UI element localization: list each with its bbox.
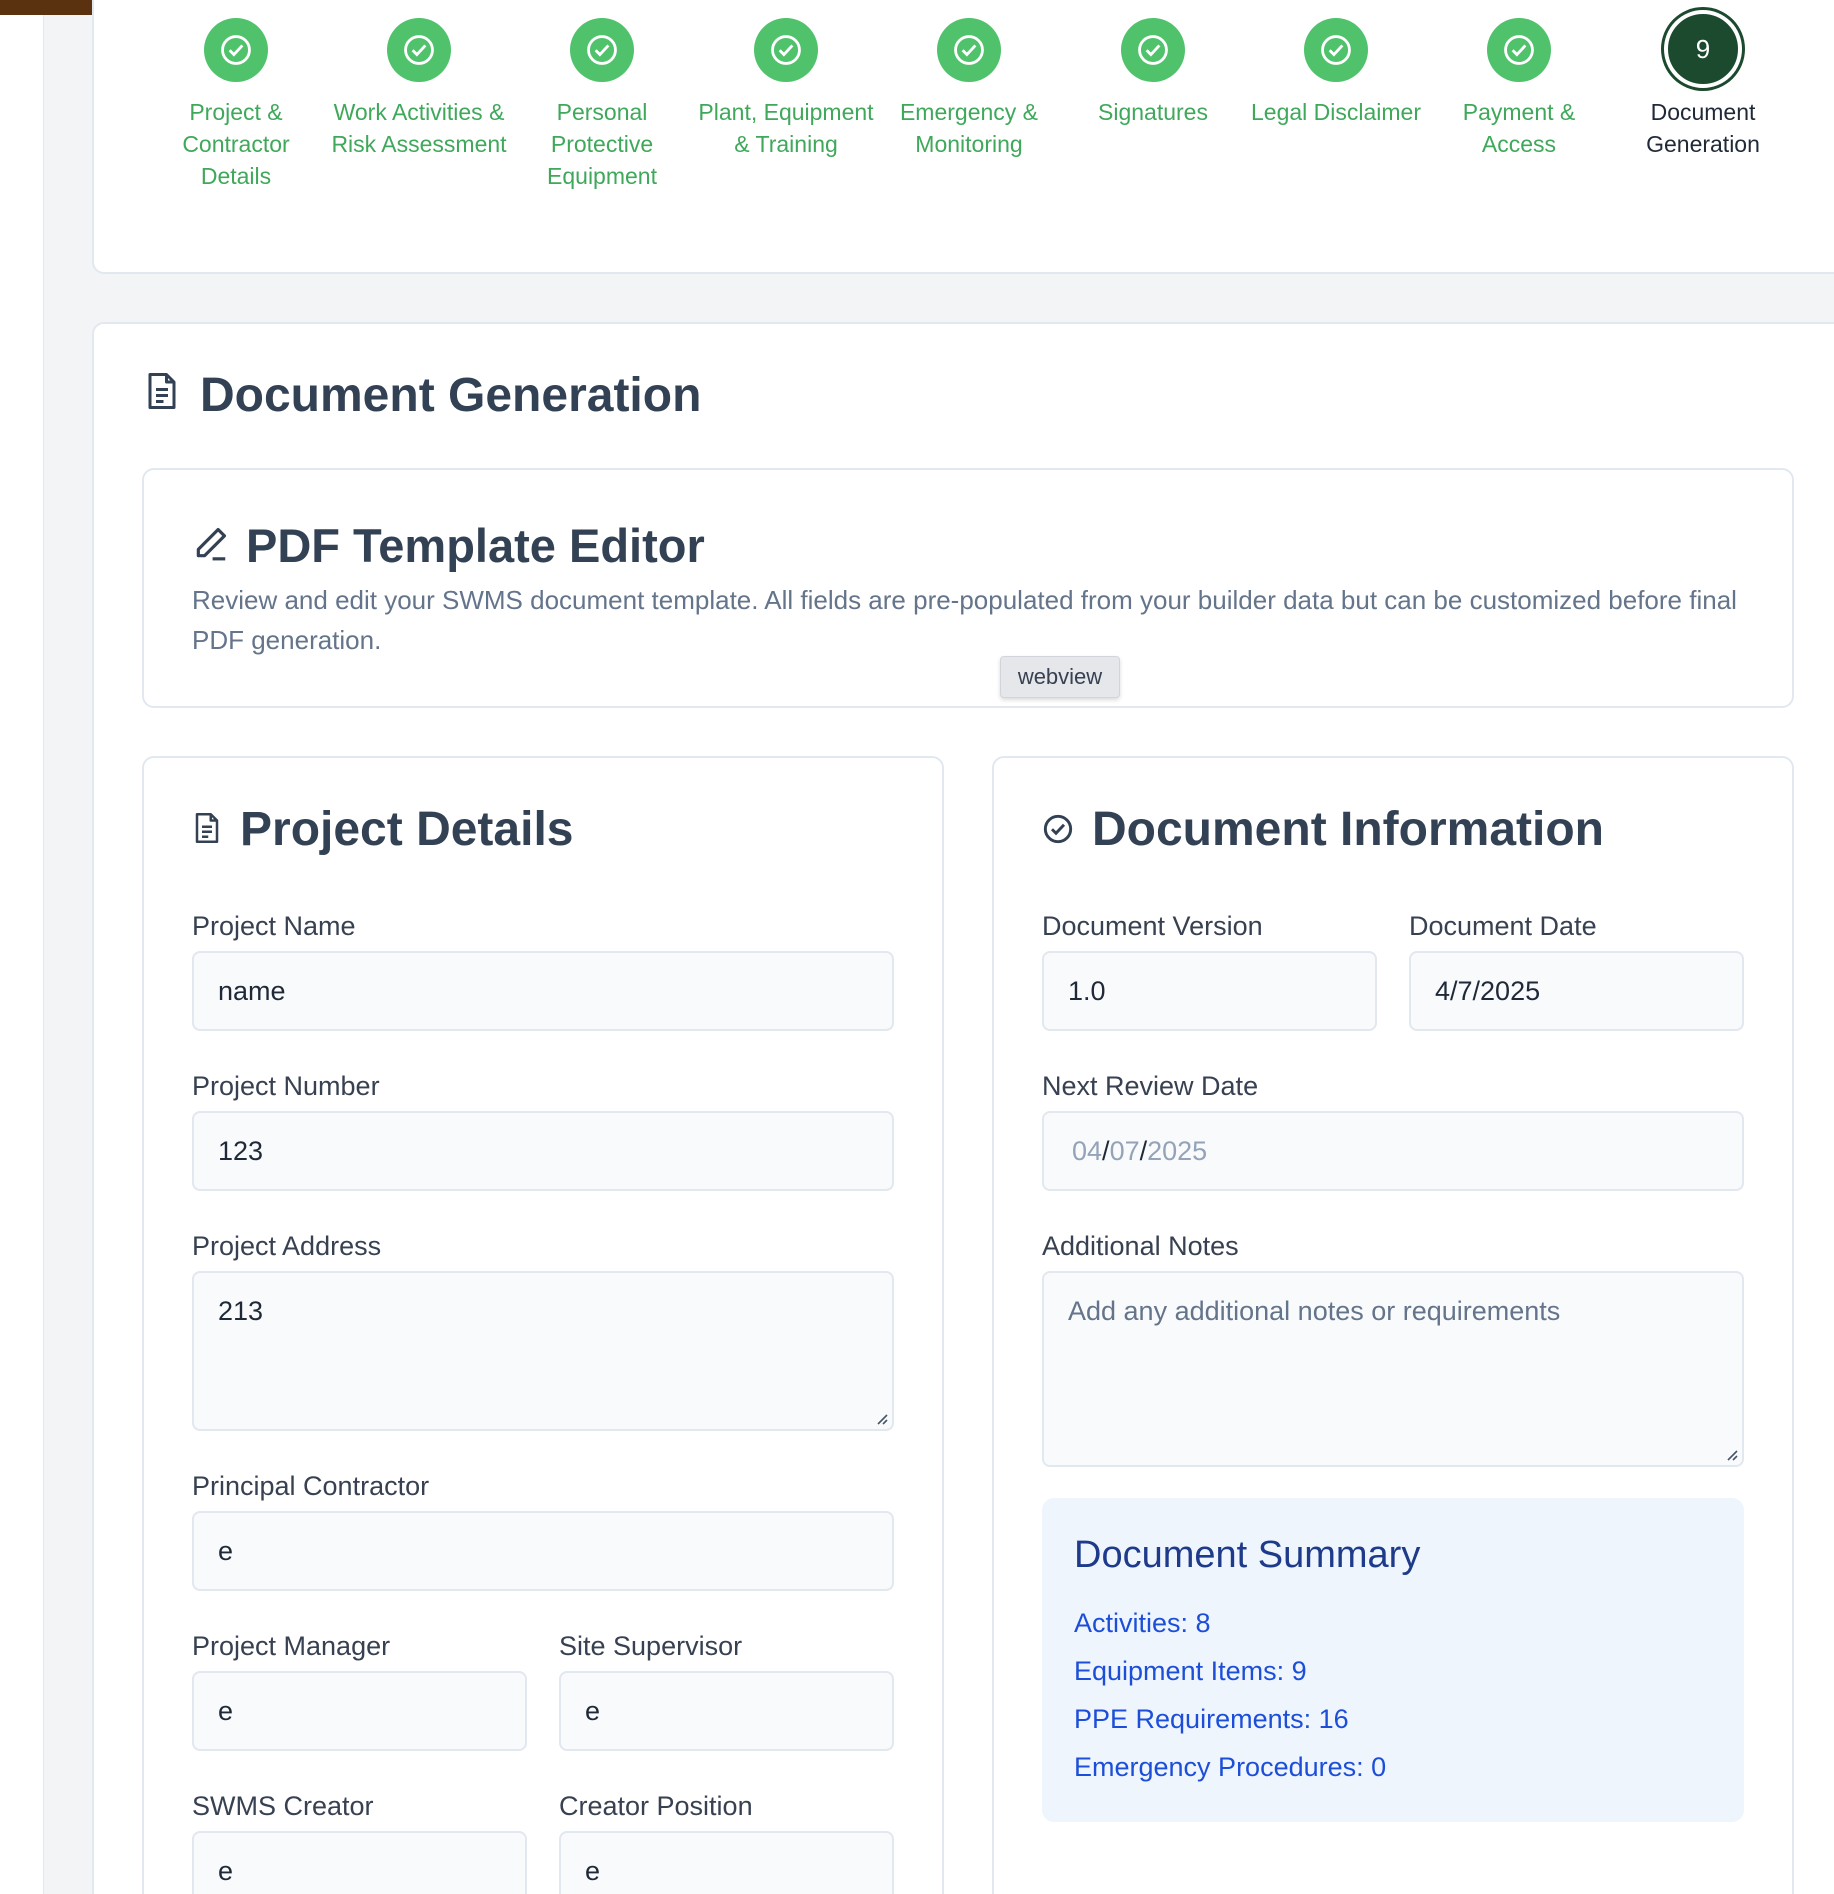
date-month-segment[interactable]: 07: [1110, 1136, 1140, 1166]
swms-creator-label: SWMS Creator: [192, 1791, 374, 1821]
sidebar: [0, 15, 44, 1894]
step-label: Emergency & Monitoring: [899, 99, 1039, 157]
project-number-label: Project Number: [192, 1071, 380, 1101]
step-label: Work Activities & Risk Assessment: [331, 99, 507, 157]
principal-contractor-input[interactable]: e: [192, 1511, 894, 1591]
document-information-title: Document Information: [1042, 802, 1604, 857]
step-work-activities[interactable]: Work Activities & Risk Assessment: [329, 18, 509, 160]
pencil-icon: [192, 518, 230, 573]
date-day-segment[interactable]: 04: [1072, 1136, 1102, 1166]
additional-notes-placeholder: Add any additional notes or requirements: [1068, 1296, 1561, 1326]
document-icon: [144, 368, 180, 423]
step-label: Plant, Equipment & Training: [698, 99, 874, 157]
project-address-value: 213: [218, 1296, 264, 1326]
step-label: Personal Protective Equipment: [547, 99, 657, 189]
next-review-date-input[interactable]: 04/07/2025: [1042, 1111, 1744, 1191]
page-title-text: Document Generation: [200, 369, 702, 422]
additional-notes-label: Additional Notes: [1042, 1231, 1239, 1261]
project-details-title-text: Project Details: [240, 803, 574, 856]
editor-title-text: PDF Template Editor: [246, 519, 705, 572]
step-signatures[interactable]: Signatures: [1063, 18, 1243, 128]
document-information-title-text: Document Information: [1092, 803, 1604, 856]
document-date-input[interactable]: 4/7/2025: [1409, 951, 1744, 1031]
project-details-title: Project Details: [192, 802, 573, 857]
project-name-input[interactable]: name: [192, 951, 894, 1031]
creator-position-input[interactable]: e: [559, 1831, 894, 1894]
additional-notes-textarea[interactable]: Add any additional notes or requirements: [1042, 1271, 1744, 1467]
date-separator: /: [1102, 1136, 1110, 1166]
editor-description: Review and edit your SWMS document templ…: [192, 585, 1737, 655]
project-manager-input[interactable]: e: [192, 1671, 527, 1751]
check-circle-icon: [1042, 802, 1074, 857]
creator-position-label: Creator Position: [559, 1791, 753, 1821]
page-title: Document Generation: [144, 368, 701, 423]
project-address-label: Project Address: [192, 1231, 382, 1261]
step-project-contractor[interactable]: Project & Contractor Details: [146, 18, 326, 192]
project-number-input[interactable]: 123: [192, 1111, 894, 1191]
step-payment-access[interactable]: Payment & Access: [1429, 18, 1609, 160]
resize-handle-icon[interactable]: [1724, 1447, 1738, 1461]
document-summary-title: Document Summary: [1074, 1534, 1421, 1576]
progress-stepper: Project & Contractor Details Work Activi…: [92, 0, 1834, 274]
webview-tooltip: webview: [1000, 656, 1120, 698]
project-manager-label: Project Manager: [192, 1631, 391, 1661]
document-version-input[interactable]: 1.0: [1042, 951, 1377, 1031]
step-label: Legal Disclaimer: [1250, 99, 1421, 125]
document-summary-box: Document Summary Activities: 8 Equipment…: [1042, 1498, 1744, 1822]
resize-handle-icon[interactable]: [874, 1411, 888, 1425]
step-emergency[interactable]: Emergency & Monitoring: [879, 18, 1059, 160]
principal-contractor-label: Principal Contractor: [192, 1471, 430, 1501]
step-label: Document Generation: [1646, 99, 1760, 157]
pdf-template-editor-card: PDF Template Editor Review and edit your…: [142, 468, 1794, 708]
step-ppe[interactable]: Personal Protective Equipment: [512, 18, 692, 192]
check-circle-icon: [570, 18, 634, 82]
document-icon: [192, 802, 222, 857]
check-circle-icon: [1121, 18, 1185, 82]
step-number-badge: 9: [1664, 10, 1742, 88]
step-document-generation[interactable]: 9 Document Generation: [1613, 10, 1793, 160]
editor-title: PDF Template Editor: [192, 518, 705, 573]
site-supervisor-input[interactable]: e: [559, 1671, 894, 1751]
step-label: Signatures: [1098, 99, 1208, 125]
summary-ppe: PPE Requirements: 16: [1074, 1704, 1349, 1734]
step-label: Payment & Access: [1462, 99, 1576, 157]
summary-equipment: Equipment Items: 9: [1074, 1656, 1307, 1686]
check-circle-icon: [387, 18, 451, 82]
swms-creator-input[interactable]: e: [192, 1831, 527, 1894]
document-version-label: Document Version: [1042, 911, 1263, 941]
date-separator: /: [1139, 1136, 1148, 1166]
step-legal-disclaimer[interactable]: Legal Disclaimer: [1246, 18, 1426, 128]
step-plant-equipment[interactable]: Plant, Equipment & Training: [696, 18, 876, 160]
step-label: Project & Contractor Details: [182, 99, 290, 189]
check-circle-icon: [937, 18, 1001, 82]
check-circle-icon: [754, 18, 818, 82]
next-review-date-label: Next Review Date: [1042, 1071, 1259, 1101]
check-circle-icon: [204, 18, 268, 82]
check-circle-icon: [1304, 18, 1368, 82]
summary-activities: Activities: 8: [1074, 1608, 1211, 1638]
project-name-label: Project Name: [192, 911, 356, 941]
document-date-label: Document Date: [1409, 911, 1597, 941]
check-circle-icon: [1487, 18, 1551, 82]
summary-emergency: Emergency Procedures: 0: [1074, 1752, 1387, 1782]
project-address-textarea[interactable]: 213: [192, 1271, 894, 1431]
date-year-segment[interactable]: 2025: [1147, 1136, 1207, 1166]
site-supervisor-label: Site Supervisor: [559, 1631, 743, 1661]
